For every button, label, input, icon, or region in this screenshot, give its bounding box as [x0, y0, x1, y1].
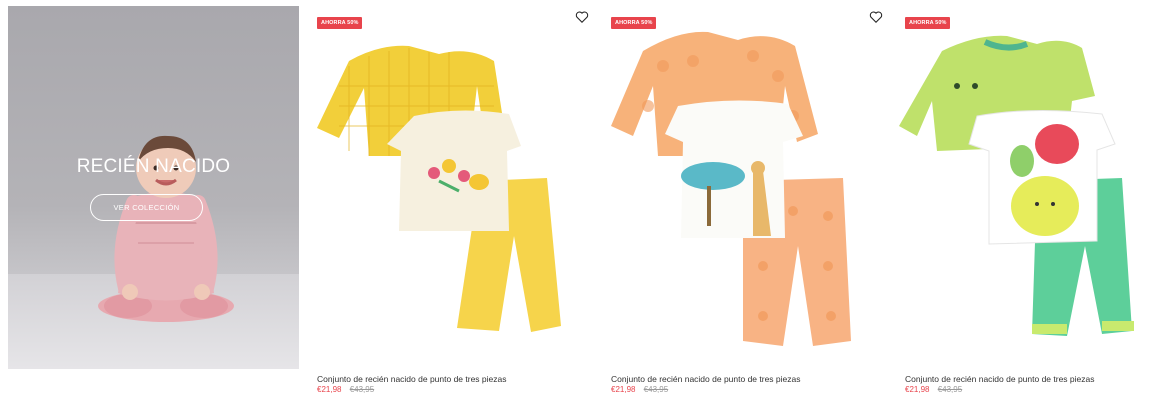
product-image[interactable]: [897, 6, 1157, 366]
discount-badge: AHORRA 50%: [905, 17, 951, 29]
product-name[interactable]: Conjunto de recién nacido de punto de tr…: [317, 374, 507, 384]
product-name[interactable]: Conjunto de recién nacido de punto de tr…: [611, 374, 801, 384]
product-name[interactable]: Conjunto de recién nacido de punto de tr…: [905, 374, 1095, 384]
sale-price: €21,98: [317, 385, 342, 394]
heart-outline-icon[interactable]: [869, 10, 883, 24]
product-card[interactable]: AHORRA 50% Conjunto de recién nacido de …: [897, 6, 1157, 398]
banner-title: RECIÉN NACIDO: [76, 156, 231, 177]
product-grid-page: RECIÉN NACIDO VER COLECCIÓN AHORRA 50% C…: [0, 0, 1157, 400]
original-price: €43,95: [937, 385, 963, 394]
product-image[interactable]: [603, 6, 883, 366]
view-collection-button[interactable]: VER COLECCIÓN: [90, 194, 203, 221]
discount-badge: AHORRA 50%: [611, 17, 657, 29]
product-price-row: €21,98 €43,95: [905, 385, 962, 394]
sale-price: €21,98: [611, 385, 636, 394]
sale-price: €21,98: [905, 385, 930, 394]
product-image[interactable]: [309, 6, 589, 366]
product-card[interactable]: AHORRA 50% Conjunto de recién nacido de …: [309, 6, 589, 398]
product-price-row: €21,98 €43,95: [611, 385, 668, 394]
heart-outline-icon[interactable]: [575, 10, 589, 24]
original-price: €43,95: [643, 385, 669, 394]
product-card[interactable]: AHORRA 50% Conjunto de recién nacido de …: [603, 6, 883, 398]
discount-badge: AHORRA 50%: [317, 17, 363, 29]
product-price-row: €21,98 €43,95: [317, 385, 374, 394]
original-price: €43,95: [349, 385, 375, 394]
collection-banner[interactable]: RECIÉN NACIDO VER COLECCIÓN: [8, 6, 299, 369]
